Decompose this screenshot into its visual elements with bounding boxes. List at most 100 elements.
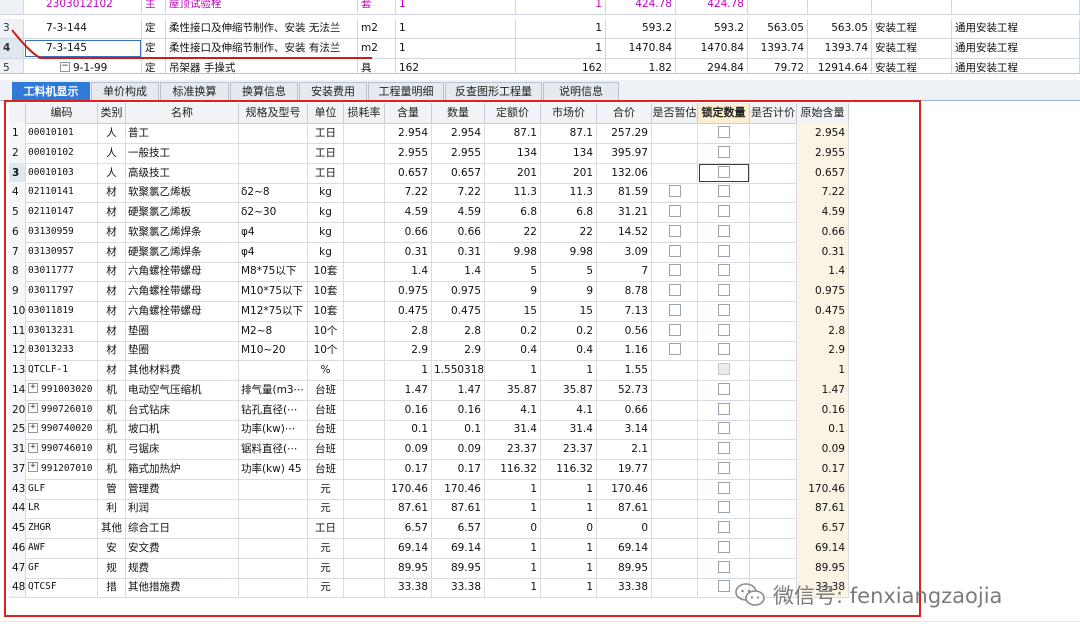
cell-code[interactable]: 03013231	[26, 320, 98, 341]
cell-name[interactable]: 安文费	[126, 537, 239, 558]
cell-total[interactable]: 89.95	[597, 557, 652, 578]
cell-lock[interactable]	[698, 123, 750, 143]
cell-est[interactable]	[652, 537, 698, 558]
item-category-cell[interactable]	[872, 0, 952, 14]
cell-est[interactable]	[652, 202, 698, 222]
cell-spec[interactable]: φ4	[239, 241, 308, 262]
item-mtotal-cell[interactable]	[808, 0, 872, 14]
cell-name[interactable]: 坡口机	[126, 419, 239, 440]
cell-est[interactable]	[652, 221, 698, 242]
cell-total[interactable]: 7	[597, 261, 652, 282]
cell-lock[interactable]	[698, 340, 750, 361]
cell-total[interactable]: 3.09	[597, 241, 652, 262]
cell-priced[interactable]	[750, 202, 797, 222]
cell-unit[interactable]: 元	[308, 557, 344, 578]
cell-loss[interactable]	[344, 577, 385, 598]
resource-row[interactable]: 5 02110147 材硬聚氯乙烯板 δ2~30 kg 4.59 4.59 6.8 6.8 31.…	[9, 202, 849, 223]
item-name-cell[interactable]: 屋顶试验栓	[166, 0, 358, 14]
cell-code[interactable]: AWF	[26, 537, 98, 558]
column-header-unit[interactable]: 单位	[308, 103, 344, 123]
cell-loss[interactable]	[344, 123, 385, 143]
cell-qty[interactable]: 0.1	[432, 419, 485, 440]
estimate-checkbox[interactable]	[668, 224, 681, 237]
item-code-cell[interactable]: 7-3-144	[24, 19, 142, 38]
cell-content[interactable]: 1.4	[385, 261, 432, 282]
cell-lock[interactable]	[698, 221, 750, 242]
cell-total[interactable]: 33.38	[597, 577, 652, 598]
resource-row[interactable]: 2 00010102 人一般技工 工日 2.955 2.955 134 134 395.97 2.…	[9, 142, 849, 164]
cell-quota[interactable]: 6.8	[485, 202, 541, 222]
cell-qty[interactable]: 1.4	[432, 261, 485, 282]
column-header-total[interactable]: 合价	[597, 103, 652, 123]
cell-content[interactable]: 0.17	[385, 458, 432, 479]
item-total-cell[interactable]: 294.84	[676, 59, 748, 73]
cell-code[interactable]: 03011777	[26, 261, 98, 282]
cell-est[interactable]	[652, 281, 698, 301]
cell-loss[interactable]	[344, 261, 385, 282]
cell-unit[interactable]: %	[308, 360, 344, 380]
column-header-name[interactable]: 名称	[126, 103, 239, 123]
cell-type[interactable]: 机	[98, 399, 126, 420]
resource-row[interactable]: 43 GLF 管管理费 元 170.46 170.46 1 1 170.46 170.46	[9, 478, 849, 500]
cell-name[interactable]: 台式钻床	[126, 399, 239, 420]
cell-est[interactable]	[652, 577, 698, 598]
cell-qty[interactable]: 2.9	[432, 340, 485, 361]
cell-loss[interactable]	[344, 399, 385, 420]
cell-market[interactable]: 9.98	[541, 241, 597, 262]
cell-content[interactable]: 6.57	[385, 518, 432, 538]
cell-name[interactable]: 弓锯床	[126, 439, 239, 459]
cell-qty[interactable]: 2.955	[432, 142, 485, 163]
cell-qty[interactable]: 170.46	[432, 478, 485, 499]
cell-loss[interactable]	[344, 557, 385, 578]
cell-est[interactable]	[652, 458, 698, 479]
cell-code[interactable]: 03013233	[26, 340, 98, 361]
cell-qty[interactable]: 0.17	[432, 458, 485, 479]
cell-est[interactable]	[652, 498, 698, 519]
cell-priced[interactable]	[750, 439, 797, 459]
estimate-checkbox[interactable]	[668, 264, 681, 277]
cell-spec[interactable]: 钻孔直径(⋯	[239, 399, 308, 420]
cell-lock[interactable]	[698, 439, 750, 459]
cell-spec[interactable]	[239, 498, 308, 519]
resource-row[interactable]: 8 03011777 材六角螺栓带螺母 M8*75以下 10套 1.4 1.4 5 5 7 1.4	[9, 261, 849, 283]
cell-lock[interactable]	[698, 202, 750, 222]
column-header-type[interactable]: 类别	[98, 103, 126, 123]
cell-orig[interactable]: 0.657	[797, 162, 849, 183]
cell-quota[interactable]: 1	[485, 537, 541, 558]
tab-7[interactable]: 反查图形工程量	[445, 82, 542, 100]
cell-total[interactable]: 87.61	[597, 498, 652, 519]
resource-row[interactable]: 12 03013233 材垫圈 M10~20 10个 2.9 2.9 0.4 0.4 1.16 2.…	[9, 340, 849, 362]
cell-name[interactable]: 规费	[126, 557, 239, 578]
cell-unit[interactable]: 元	[308, 498, 344, 519]
cell-code[interactable]: QTCLF-1	[26, 360, 98, 380]
item-unit-cell[interactable]: m2	[358, 19, 396, 38]
cell-est[interactable]	[652, 241, 698, 262]
cell-spec[interactable]	[239, 537, 308, 558]
cell-type[interactable]: 利	[98, 498, 126, 519]
cell-priced[interactable]	[750, 182, 797, 203]
cell-name[interactable]: 硬聚氯乙烯焊条	[126, 241, 239, 262]
cell-est[interactable]	[652, 162, 698, 183]
cell-orig[interactable]: 69.14	[797, 537, 849, 558]
cell-orig[interactable]: 0.1	[797, 419, 849, 440]
cell-quota[interactable]: 1	[485, 478, 541, 499]
lock-quantity-checkbox[interactable]	[717, 145, 730, 158]
cell-loss[interactable]	[344, 439, 385, 459]
cell-quota[interactable]: 87.1	[485, 123, 541, 143]
cell-loss[interactable]	[344, 281, 385, 301]
lock-quantity-checkbox[interactable]	[717, 501, 730, 514]
tab-8[interactable]: 说明信息	[543, 82, 619, 100]
cell-orig[interactable]: 2.8	[797, 320, 849, 341]
cell-lock[interactable]	[698, 182, 750, 203]
cell-quota[interactable]: 0.4	[485, 340, 541, 361]
cell-est[interactable]	[652, 340, 698, 361]
cell-loss[interactable]	[344, 221, 385, 242]
cell-unit[interactable]: 元	[308, 478, 344, 499]
cell-qty[interactable]: 1.47	[432, 379, 485, 400]
item-total-cell[interactable]: 424.78	[676, 0, 748, 14]
cell-quota[interactable]: 9	[485, 281, 541, 301]
cell-content[interactable]: 89.95	[385, 557, 432, 578]
lock-quantity-checkbox[interactable]	[717, 126, 730, 138]
cell-unit[interactable]: 10套	[308, 300, 344, 321]
lock-quantity-checkbox[interactable]	[717, 185, 730, 198]
